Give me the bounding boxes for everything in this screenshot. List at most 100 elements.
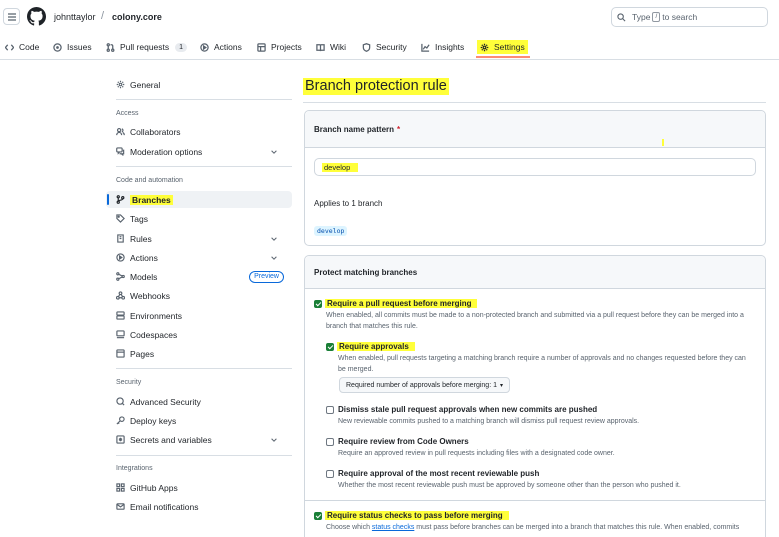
global-header: johnttaylor / colony.core Type / to sear…: [0, 0, 779, 36]
protect-branches-title: Protect matching branches: [314, 268, 418, 277]
chevron-down-icon: [271, 255, 277, 260]
sidebar-item-label: Actions: [130, 252, 158, 263]
sidebar-item-label: Models: [130, 271, 158, 282]
sidebar-item-advanced-security[interactable]: Advanced Security: [106, 393, 292, 410]
require-approvals-description: When enabled, pull requests targeting a …: [338, 355, 746, 373]
branch-pattern-label: Branch name pattern *: [314, 125, 400, 134]
sidebar-section-security: Security: [116, 379, 142, 386]
dismiss-stale-description: New reviewable commits pushed to a match…: [338, 418, 640, 425]
code-owners-title[interactable]: Require review from Code Owners: [338, 437, 469, 446]
sidebar-item-webhooks[interactable]: Webhooks: [106, 287, 292, 304]
recent-push-title[interactable]: Require approval of the most recent revi…: [338, 469, 539, 478]
apps-icon: [116, 483, 125, 492]
sidebar-item-rules[interactable]: Rules: [106, 230, 292, 247]
dismiss-stale-title[interactable]: Dismiss stale pull request approvals whe…: [338, 405, 597, 414]
sidebar-item-label: Environments: [130, 310, 182, 321]
sidebar-item-environments[interactable]: Environments: [106, 307, 292, 324]
play-icon: [116, 253, 125, 262]
path-separator: /: [101, 10, 105, 22]
require-approvals-title[interactable]: Require approvals: [337, 342, 415, 351]
require-approvals-checkbox[interactable]: [326, 343, 334, 351]
sidebar-item-codespaces[interactable]: Codespaces: [106, 326, 292, 343]
search-input[interactable]: Type / to search: [611, 7, 768, 27]
tab-wiki-label: Wiki: [330, 42, 347, 52]
branch-pattern-header: Branch name pattern *: [305, 111, 765, 148]
search-shortcut-key: /: [652, 12, 661, 22]
selected-tab-underline: [476, 56, 530, 58]
sidebar-item-branches[interactable]: Branches: [106, 191, 292, 208]
require-pr-checkbox[interactable]: [314, 300, 322, 308]
tab-security[interactable]: Security: [362, 40, 407, 54]
table-icon: [257, 42, 266, 52]
sidebar-item-github-apps[interactable]: GitHub Apps: [106, 479, 292, 496]
repo-name-link[interactable]: colony.core: [112, 12, 162, 22]
branch-pattern-input[interactable]: develop: [314, 158, 756, 176]
branch-pattern-value: develop: [322, 162, 359, 172]
models-icon: [116, 272, 125, 281]
sidebar-divider: [116, 99, 292, 100]
sidebar-item-label: Collaborators: [130, 126, 181, 137]
sidebar-item-label: Advanced Security: [130, 396, 201, 407]
github-logo-icon[interactable]: [27, 7, 46, 26]
tab-settings[interactable]: Settings: [477, 40, 528, 54]
recent-push-checkbox[interactable]: [326, 470, 334, 478]
shield-icon: [362, 42, 371, 52]
search-placeholder-suffix: to search: [662, 12, 698, 22]
sidebar-item-actions[interactable]: Actions: [106, 249, 292, 266]
tab-actions-label: Actions: [214, 42, 242, 52]
comment-discussion-icon: [116, 147, 125, 156]
protect-branches-header: Protect matching branches: [305, 256, 765, 289]
gear-icon: [116, 80, 125, 89]
required-approvals-value: Required number of approvals before merg…: [346, 381, 497, 389]
sidebar-item-tags[interactable]: Tags: [106, 210, 292, 227]
status-checks-title[interactable]: Require status checks to pass before mer…: [325, 511, 509, 520]
repo-owner-link[interactable]: johnttaylor: [54, 12, 96, 22]
code-owners-checkbox[interactable]: [326, 438, 334, 446]
sidebar-section-access: Access: [116, 110, 139, 117]
search-placeholder-prefix: Type: [632, 12, 651, 22]
sidebar-divider: [116, 455, 292, 456]
tab-issues[interactable]: Issues: [53, 40, 92, 54]
key-asterisk-icon: [116, 435, 125, 444]
title-divider: [303, 102, 766, 103]
dismiss-stale-checkbox[interactable]: [326, 406, 334, 414]
tab-wiki[interactable]: Wiki: [316, 40, 346, 54]
sidebar-item-general[interactable]: General: [106, 76, 292, 93]
sidebar-item-label: Codespaces: [130, 329, 178, 340]
book-icon: [316, 43, 325, 51]
selected-indicator: [107, 194, 109, 205]
branch-pattern-label-text: Branch name pattern: [314, 125, 395, 134]
tab-pull-requests[interactable]: Pull requests 1: [106, 40, 188, 54]
tab-code[interactable]: Code: [5, 40, 39, 54]
hamburger-icon: [7, 12, 16, 21]
code-icon: [5, 43, 14, 51]
codescan-icon: [116, 397, 125, 406]
sidebar-item-models[interactable]: Models Preview: [106, 268, 292, 285]
sidebar-item-secrets[interactable]: Secrets and variables: [106, 431, 292, 448]
sidebar-item-email-notifications[interactable]: Email notifications: [106, 498, 292, 515]
pull-requests-count: 1: [175, 42, 188, 52]
repo-push-icon: [117, 234, 124, 243]
tab-actions[interactable]: Actions: [200, 40, 242, 54]
status-checks-link[interactable]: status checks: [372, 524, 414, 531]
matching-branch-chip[interactable]: develop: [314, 226, 348, 236]
sidebar-item-moderation[interactable]: Moderation options: [106, 143, 292, 160]
sidebar-item-label: Secrets and variables: [130, 434, 212, 445]
tab-projects[interactable]: Projects: [257, 40, 302, 54]
sidebar-item-deploy-keys[interactable]: Deploy keys: [106, 412, 292, 429]
pull-request-icon: [106, 42, 115, 52]
menu-button[interactable]: [3, 8, 20, 25]
require-pr-title[interactable]: Require a pull request before merging: [325, 299, 478, 308]
branch-pattern-box: Branch name pattern * develop Applies to …: [304, 110, 766, 246]
sidebar-item-label: Deploy keys: [130, 415, 177, 426]
sidebar-item-collaborators[interactable]: Collaborators: [106, 123, 292, 140]
sidebar-item-label: Rules: [130, 233, 152, 244]
status-checks-checkbox[interactable]: [314, 512, 322, 520]
tab-insights[interactable]: Insights: [421, 40, 464, 54]
tab-projects-label: Projects: [271, 42, 302, 52]
sidebar-item-pages[interactable]: Pages: [106, 345, 292, 362]
status-checks-desc-pre: Choose which: [326, 524, 370, 531]
chevron-down-icon: [271, 437, 277, 442]
codespaces-icon: [116, 330, 125, 339]
required-approvals-select[interactable]: Required number of approvals before merg…: [339, 377, 510, 393]
